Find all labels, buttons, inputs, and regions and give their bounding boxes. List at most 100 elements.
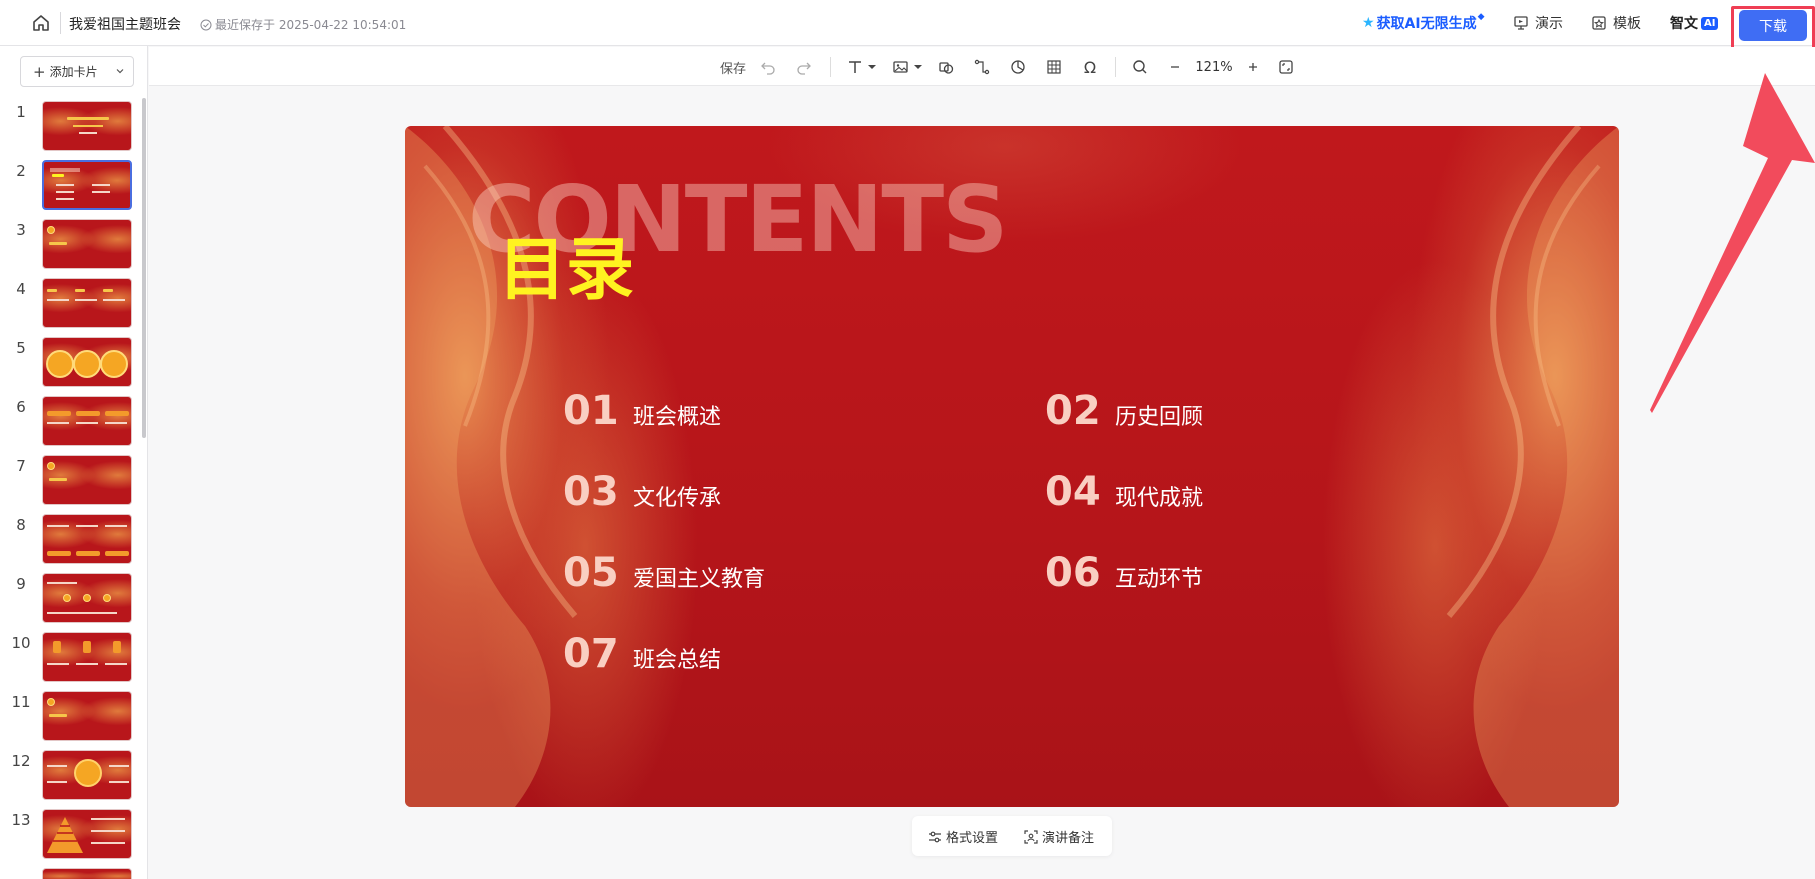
template-button[interactable]: 模板 [1591, 13, 1641, 33]
slide-number: 2 [16, 162, 26, 180]
slide-number: 6 [16, 398, 26, 416]
present-button[interactable]: 演示 [1513, 13, 1563, 33]
save-button[interactable]: 保存 [717, 56, 749, 78]
save-status-text: 最近保存于 2025-04-22 10:54:01 [215, 18, 407, 32]
sparkle-icon: ★ [1362, 15, 1375, 31]
slide-thumbnail[interactable] [42, 632, 132, 682]
toc-item[interactable]: 03 文化传承 [563, 469, 721, 515]
toc-item[interactable]: 02 历史回顾 [1045, 388, 1203, 434]
zhiwen-ai-button[interactable]: 智文 AI [1670, 13, 1719, 33]
toc-label: 互动环节 [1115, 567, 1204, 592]
speaker-notes-label: 演讲备注 [1042, 831, 1095, 846]
annotation-arrow [1650, 73, 1815, 413]
toc-number: 04 [1045, 469, 1101, 515]
slide-title[interactable]: 目录 [498, 214, 634, 313]
slide-number: 12 [11, 752, 31, 770]
text-tool-icon[interactable] [844, 56, 882, 78]
slide-thumbnail[interactable] [42, 868, 132, 879]
shape-tool-icon[interactable] [935, 56, 957, 78]
toc-item[interactable]: 01 班会概述 [563, 388, 721, 434]
slide-thumb-row[interactable]: 12 [0, 750, 142, 802]
table-tool-icon[interactable] [1043, 56, 1065, 78]
panel-scrollbar[interactable] [142, 98, 146, 438]
zoom-out-icon[interactable] [1165, 56, 1185, 78]
slide-number: 10 [11, 634, 31, 652]
toc-item[interactable]: 07 班会总结 [563, 631, 721, 677]
save-status: 最近保存于 2025-04-22 10:54:01 [200, 16, 406, 33]
slide-thumb-row[interactable]: 8 [0, 514, 142, 566]
image-tool-icon[interactable] [890, 56, 928, 78]
present-label: 演示 [1535, 16, 1563, 32]
document-title[interactable]: 我爱祖国主题班会 [69, 14, 181, 34]
template-label: 模板 [1613, 16, 1641, 32]
slide-number: 8 [16, 516, 26, 534]
slide-thumbnail[interactable] [42, 750, 132, 800]
connector-tool-icon[interactable] [971, 56, 993, 78]
slide-canvas[interactable]: CONTENTS 目录 01 班会概述 02 历史回顾 03 文化传承 04 现… [405, 126, 1619, 807]
ai-promo-link[interactable]: ★ 获取AI无限生成 ◆ [1362, 12, 1485, 33]
toc-item[interactable]: 05 爱国主义教育 [563, 550, 765, 596]
slide-thumbnail[interactable] [42, 278, 132, 328]
zoom-in-icon[interactable] [1243, 56, 1263, 78]
format-settings-button[interactable]: 格式设置 [928, 827, 998, 846]
slide-thumbnail[interactable] [42, 573, 132, 623]
toc-number: 02 [1045, 388, 1101, 434]
toc-label: 爱国主义教育 [633, 567, 766, 592]
slide-number: 13 [11, 811, 31, 829]
chart-tool-icon[interactable] [1007, 56, 1029, 78]
plus-icon: + [33, 62, 46, 81]
toc-number: 03 [563, 469, 619, 515]
slide-thumb-row[interactable]: 13 [0, 809, 142, 861]
curtain-decoration-right [1446, 126, 1619, 807]
slide-thumb-row[interactable]: 4 [0, 278, 142, 330]
slide-thumbnail[interactable] [42, 691, 132, 741]
slide-thumbnail[interactable] [42, 809, 132, 859]
slide-thumb-row[interactable]: 7 [0, 455, 142, 507]
download-button[interactable]: 下载 [1739, 10, 1807, 41]
home-icon[interactable] [30, 12, 52, 34]
slide-thumb-row[interactable]: 2 [0, 160, 142, 212]
undo-icon[interactable] [757, 56, 779, 78]
editor-toolbar: 保存 Ω 121% [149, 47, 1815, 86]
slide-thumb-row[interactable]: 10 [0, 632, 142, 684]
search-icon[interactable] [1129, 56, 1151, 78]
toc-label: 历史回顾 [1115, 405, 1204, 430]
fit-screen-icon[interactable] [1275, 56, 1297, 78]
slide-thumbnail[interactable] [42, 337, 132, 387]
format-settings-label: 格式设置 [946, 831, 999, 846]
zhiwen-label: 智文 [1670, 16, 1698, 32]
speaker-notes-button[interactable]: 演讲备注 [1024, 827, 1094, 846]
slide-number: 1 [16, 103, 26, 121]
zoom-level[interactable]: 121% [1191, 56, 1237, 78]
slide-thumb-row[interactable]: 9 [0, 573, 142, 625]
symbol-tool-icon[interactable]: Ω [1079, 56, 1101, 78]
slide-thumbnail[interactable] [42, 101, 132, 151]
diamond-icon: ◆ [1477, 12, 1485, 22]
slide-thumbnail[interactable] [42, 396, 132, 446]
slide-thumb-row[interactable]: 3 [0, 219, 142, 271]
toc-item[interactable]: 06 互动环节 [1045, 550, 1203, 596]
slide-number: 7 [16, 457, 26, 475]
chevron-down-icon [116, 69, 124, 74]
slide-thumb-row[interactable]: 1 [0, 101, 142, 153]
toc-item[interactable]: 04 现代成就 [1045, 469, 1203, 515]
slide-thumbnail[interactable] [42, 219, 132, 269]
notes-icon [1024, 829, 1038, 844]
slide-number: 9 [16, 575, 26, 593]
slide-thumb-row[interactable]: 5 [0, 337, 142, 389]
toc-number: 07 [563, 631, 619, 677]
toc-number: 01 [563, 388, 619, 434]
add-card-button[interactable]: + 添加卡片 [20, 56, 134, 87]
slide-thumbnail-active[interactable] [42, 160, 132, 210]
redo-icon[interactable] [793, 56, 815, 78]
slide-thumbnail[interactable] [42, 455, 132, 505]
slide-thumb-row[interactable]: 11 [0, 691, 142, 743]
slide-number: 3 [16, 221, 26, 239]
toc-number: 05 [563, 550, 619, 596]
slide-thumbnail[interactable] [42, 514, 132, 564]
slide-bottom-bar: 格式设置 演讲备注 [912, 816, 1112, 856]
toc-label: 现代成就 [1115, 486, 1204, 511]
slide-thumb-row[interactable]: 6 [0, 396, 142, 448]
header-divider [60, 12, 61, 34]
slide-thumb-row[interactable] [0, 868, 142, 879]
